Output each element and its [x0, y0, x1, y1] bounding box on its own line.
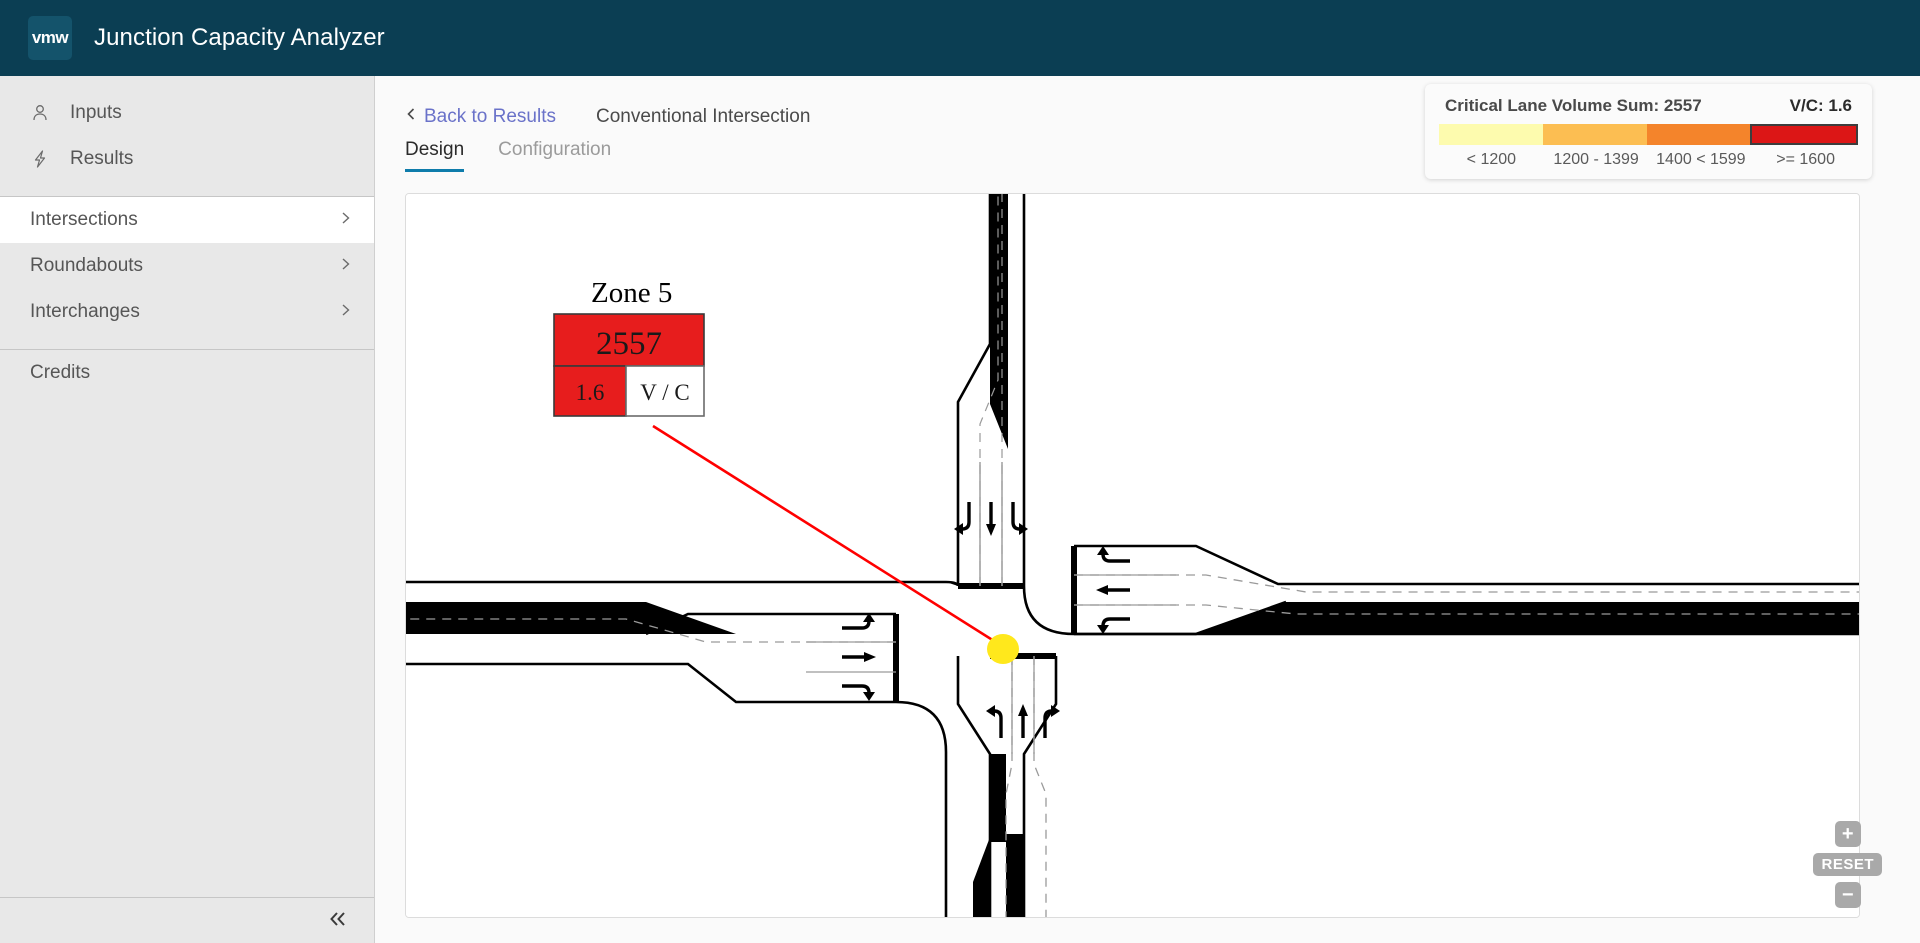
- legend-card: Critical Lane Volume Sum: 2557 V/C: 1.6 …: [1425, 84, 1872, 179]
- sidebar-item-label: Intersections: [30, 209, 138, 230]
- sidebar-item-intersections[interactable]: Intersections: [0, 197, 374, 243]
- sidebar-item-label: Interchanges: [30, 301, 140, 322]
- legend-color-bar: [1439, 124, 1858, 145]
- legend-band-2: [1542, 124, 1647, 145]
- legend-band-4-label: >= 1600: [1776, 151, 1835, 168]
- sidebar-collapse-button[interactable]: [0, 897, 374, 943]
- legend-band-1: [1439, 124, 1543, 145]
- sidebar-item-roundabouts[interactable]: Roundabouts: [0, 243, 374, 289]
- legend-band-4: [1750, 124, 1858, 145]
- sidebar-item-interchanges[interactable]: Interchanges: [0, 289, 374, 335]
- chevron-double-left-icon: [326, 910, 350, 932]
- sidebar-credits-group: Credits: [0, 350, 374, 396]
- tab-design[interactable]: Design: [405, 139, 465, 172]
- sidebar-item-label: Credits: [30, 362, 91, 383]
- legend-title: Critical Lane Volume Sum: 2557: [1445, 96, 1702, 115]
- legend-band-2-label: 1200 - 1399: [1553, 151, 1639, 168]
- zoom-reset-button[interactable]: RESET: [1813, 853, 1882, 876]
- legend-band-3-label: 1400 < 1599: [1656, 151, 1746, 168]
- sidebar-item-label: Inputs: [70, 102, 122, 123]
- sidebar-item-credits[interactable]: Credits: [0, 350, 374, 396]
- legend-header: Critical Lane Volume Sum: 2557 V/C: 1.6: [1439, 96, 1858, 124]
- zone-vc-caption: V / C: [640, 380, 689, 405]
- zoom-out-button[interactable]: −: [1834, 882, 1861, 908]
- chevron-right-icon: [340, 256, 352, 277]
- sidebar-item-label: Results: [70, 148, 134, 169]
- zone-marker-dot: [987, 634, 1019, 664]
- legend-band-1-label: < 1200: [1466, 151, 1517, 168]
- back-link-label: Back to Results: [424, 106, 556, 127]
- intersection-diagram: Zone 5 2557 1.6 V / C: [406, 194, 1859, 917]
- user-icon: [30, 102, 56, 124]
- lightning-icon: [30, 148, 56, 170]
- zone-volume: 2557: [596, 326, 662, 362]
- vmw-logo: vmw: [28, 16, 72, 60]
- sidebar-primary-nav: Inputs Results: [0, 76, 374, 182]
- chevron-right-icon: [340, 302, 352, 323]
- sidebar: Inputs Results Intersections Roundabouts: [0, 76, 375, 943]
- page-title: Conventional Intersection: [596, 106, 811, 127]
- intersection-canvas[interactable]: Zone 5 2557 1.6 V / C: [405, 193, 1860, 918]
- tab-configuration[interactable]: Configuration: [498, 139, 611, 172]
- sidebar-item-results[interactable]: Results: [0, 136, 374, 182]
- back-to-results-link[interactable]: Back to Results: [405, 106, 556, 128]
- zone-label: Zone 5: [591, 277, 672, 309]
- legend-band-3: [1646, 124, 1751, 145]
- legend-vc-value: V/C: 1.6: [1789, 96, 1852, 115]
- zone-vc-value: 1.6: [576, 380, 605, 405]
- chevron-right-icon: [340, 210, 352, 231]
- sidebar-item-label: Roundabouts: [30, 255, 144, 276]
- chevron-left-icon: [405, 106, 417, 128]
- sidebar-tree-nav: Intersections Roundabouts Interchanges: [0, 197, 374, 335]
- app-header: vmw Junction Capacity Analyzer: [0, 0, 1920, 76]
- app-title: Junction Capacity Analyzer: [94, 24, 385, 51]
- legend-band-labels: < 1200 1200 - 1399 1400 < 1599 >= 1600: [1439, 145, 1858, 169]
- zoom-in-button[interactable]: +: [1834, 821, 1861, 847]
- main-content: Back to Results Conventional Intersectio…: [375, 76, 1920, 943]
- sidebar-item-inputs[interactable]: Inputs: [0, 90, 374, 136]
- zoom-controls: + RESET −: [1813, 818, 1882, 911]
